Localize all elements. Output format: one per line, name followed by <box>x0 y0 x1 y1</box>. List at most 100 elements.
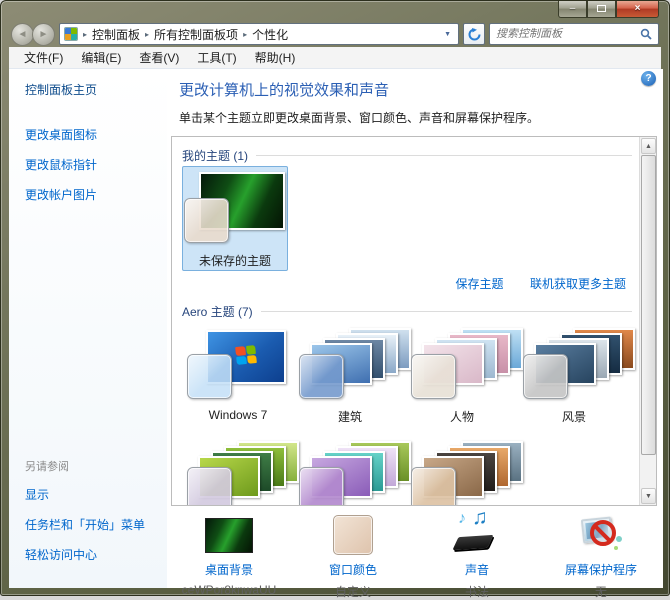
sidebar-item-change-mouse-pointers[interactable]: 更改鼠标指针 <box>25 156 167 173</box>
desktop-background-thumbnail <box>205 518 253 553</box>
search-box[interactable] <box>489 23 659 45</box>
title-bar[interactable]: – × <box>1 1 669 21</box>
window-controls: – × <box>558 1 659 18</box>
sounds-label: 声音 <box>415 561 539 578</box>
save-theme-link[interactable]: 保存主题 <box>456 277 504 291</box>
theme-thumbnail <box>410 439 514 506</box>
sounds-value: 书法 <box>415 583 539 600</box>
theme-name: 风景 <box>519 408 629 425</box>
desktop-background-value: ceWPor8knwaUU <box>167 583 291 597</box>
sidebar-item-change-desktop-icons[interactable]: 更改桌面图标 <box>25 126 167 143</box>
sounds-item[interactable]: ♪ ♫ 声音 书法 <box>415 510 539 600</box>
theme-renwu[interactable]: 人物 <box>406 322 518 427</box>
theme-unsaved[interactable]: 未保存的主题 <box>182 166 288 271</box>
window-color-preview-square <box>411 354 456 399</box>
theme-thumbnail <box>298 326 402 406</box>
divider <box>261 311 632 312</box>
theme-thumbnail <box>298 439 402 506</box>
section-my-themes-label: 我的主题 (1) <box>182 147 248 164</box>
scroll-down-button[interactable]: ▼ <box>641 488 656 504</box>
sidebar-item-change-account-picture[interactable]: 更改帐户图片 <box>25 186 167 203</box>
window-color-label: 窗口颜色 <box>291 561 415 578</box>
menu-edit[interactable]: 编辑(E) <box>74 47 128 68</box>
theme-jianzhu[interactable]: 建筑 <box>294 322 406 427</box>
main-content: ? 更改计算机上的视觉效果和声音 单击某个主题立即更改桌面背景、窗口颜色、声音和… <box>167 69 663 588</box>
address-dropdown-icon[interactable]: ▼ <box>441 31 454 38</box>
scroll-up-button[interactable]: ▲ <box>641 138 656 154</box>
theme-links-row: 保存主题 联机获取更多主题 <box>180 271 632 299</box>
address-bar[interactable]: ▸ 控制面板 ▸ 所有控制面板项 ▸ 个性化 ▼ <box>59 23 459 45</box>
music-note-icon: ♪ <box>458 510 466 528</box>
window-color-preview-square <box>411 467 456 506</box>
panel-scrollbar[interactable]: ▲ ▼ <box>639 137 656 505</box>
theme-thumbnail <box>410 326 514 406</box>
see-also-header: 另请参阅 <box>25 458 167 474</box>
desktop-background-item[interactable]: 桌面背景 ceWPor8knwaUU <box>167 510 291 600</box>
back-button[interactable]: ◄ <box>11 23 34 46</box>
menu-help[interactable]: 帮助(H) <box>248 47 303 68</box>
maximize-icon <box>597 5 606 12</box>
theme-name: 建筑 <box>295 408 405 425</box>
close-button[interactable]: × <box>616 1 659 18</box>
theme-components-strip: 桌面背景 ceWPor8knwaUU 窗口颜色 自定义 ♪ ♫ <box>167 510 663 600</box>
screensaver-item[interactable]: 屏幕保护程序 无 <box>539 510 663 600</box>
section-my-themes: 我的主题 (1) <box>182 147 632 164</box>
sound-icon: ♪ ♫ <box>454 514 500 556</box>
get-more-themes-online-link[interactable]: 联机获取更多主题 <box>530 277 626 291</box>
window-color-preview-square <box>187 354 232 399</box>
breadcrumb-personalization[interactable]: 个性化 <box>252 26 288 43</box>
aero-themes-row-1: Windows 7建筑人物风景 <box>180 322 632 427</box>
divider <box>256 155 632 156</box>
sidebar-item-ease-of-access[interactable]: 轻松访问中心 <box>25 546 167 563</box>
window-color-value: 自定义 <box>291 583 415 600</box>
theme-fengjing[interactable]: 风景 <box>518 322 630 427</box>
window-color-preview-square <box>299 467 344 506</box>
window-color-preview-square <box>184 198 229 243</box>
theme-name: Windows 7 <box>183 408 293 422</box>
music-note-icon: ♫ <box>472 506 488 530</box>
desktop-background-label: 桌面背景 <box>167 561 291 578</box>
forward-icon: ► <box>39 29 49 40</box>
help-icon[interactable]: ? <box>641 71 656 86</box>
menu-file[interactable]: 文件(F) <box>17 47 70 68</box>
theme-name: 人物 <box>407 408 517 425</box>
scrollbar-thumb[interactable] <box>641 155 656 455</box>
control-panel-icon <box>64 27 78 41</box>
theme-changjing[interactable]: 场景 <box>294 435 406 506</box>
my-themes-row: 未保存的主题 <box>180 166 632 271</box>
breadcrumb-control-panel[interactable]: 控制面板 <box>92 26 140 43</box>
window-color-preview-square <box>523 354 568 399</box>
menu-tools[interactable]: 工具(T) <box>190 47 243 68</box>
window-color-preview-square <box>187 467 232 506</box>
sidebar: 控制面板主页 更改桌面图标 更改鼠标指针 更改帐户图片 另请参阅 显示 任务栏和… <box>9 69 167 588</box>
sidebar-item-control-panel-home[interactable]: 控制面板主页 <box>25 81 167 98</box>
theme-thumbnail <box>522 326 626 406</box>
menu-view[interactable]: 查看(V) <box>132 47 186 68</box>
sidebar-item-display[interactable]: 显示 <box>25 486 167 503</box>
screensaver-label: 屏幕保护程序 <box>539 561 663 578</box>
search-icon[interactable] <box>640 28 652 40</box>
keyboard-icon <box>452 535 493 550</box>
forward-button[interactable]: ► <box>32 23 55 46</box>
breadcrumb-all-items[interactable]: 所有控制面板项 <box>154 26 238 43</box>
window-color-item[interactable]: 窗口颜色 自定义 <box>291 510 415 600</box>
theme-ziran[interactable]: 自然 <box>182 435 294 506</box>
aero-themes-row-2: 自然场景中国 <box>180 435 632 506</box>
theme-thumbnail <box>183 170 287 250</box>
chevron-right-icon: ▸ <box>81 30 89 39</box>
page-title: 更改计算机上的视觉效果和声音 <box>179 79 663 100</box>
see-also-section: 另请参阅 显示 任务栏和「开始」菜单 轻松访问中心 <box>25 458 167 576</box>
navigation-bar: ◄ ► ▸ 控制面板 ▸ 所有控制面板项 ▸ 个性化 ▼ <box>1 21 669 47</box>
refresh-button[interactable] <box>463 23 485 45</box>
search-input[interactable] <box>496 28 640 40</box>
maximize-button[interactable] <box>587 1 616 18</box>
minimize-button[interactable]: – <box>558 1 587 18</box>
personalization-window: – × ◄ ► ▸ 控制面板 ▸ 所有控制面板项 ▸ 个性化 ▼ <box>0 0 670 596</box>
theme-thumbnail <box>186 326 290 406</box>
menu-bar: 文件(F) 编辑(E) 查看(V) 工具(T) 帮助(H) <box>9 47 661 69</box>
page-subtitle: 单击某个主题立即更改桌面背景、窗口颜色、声音和屏幕保护程序。 <box>179 109 663 126</box>
window-color-swatch <box>333 515 373 555</box>
sidebar-item-taskbar-start-menu[interactable]: 任务栏和「开始」菜单 <box>25 516 167 533</box>
theme-zhongguo[interactable]: 中国 <box>406 435 518 506</box>
theme-windows7[interactable]: Windows 7 <box>182 322 294 427</box>
